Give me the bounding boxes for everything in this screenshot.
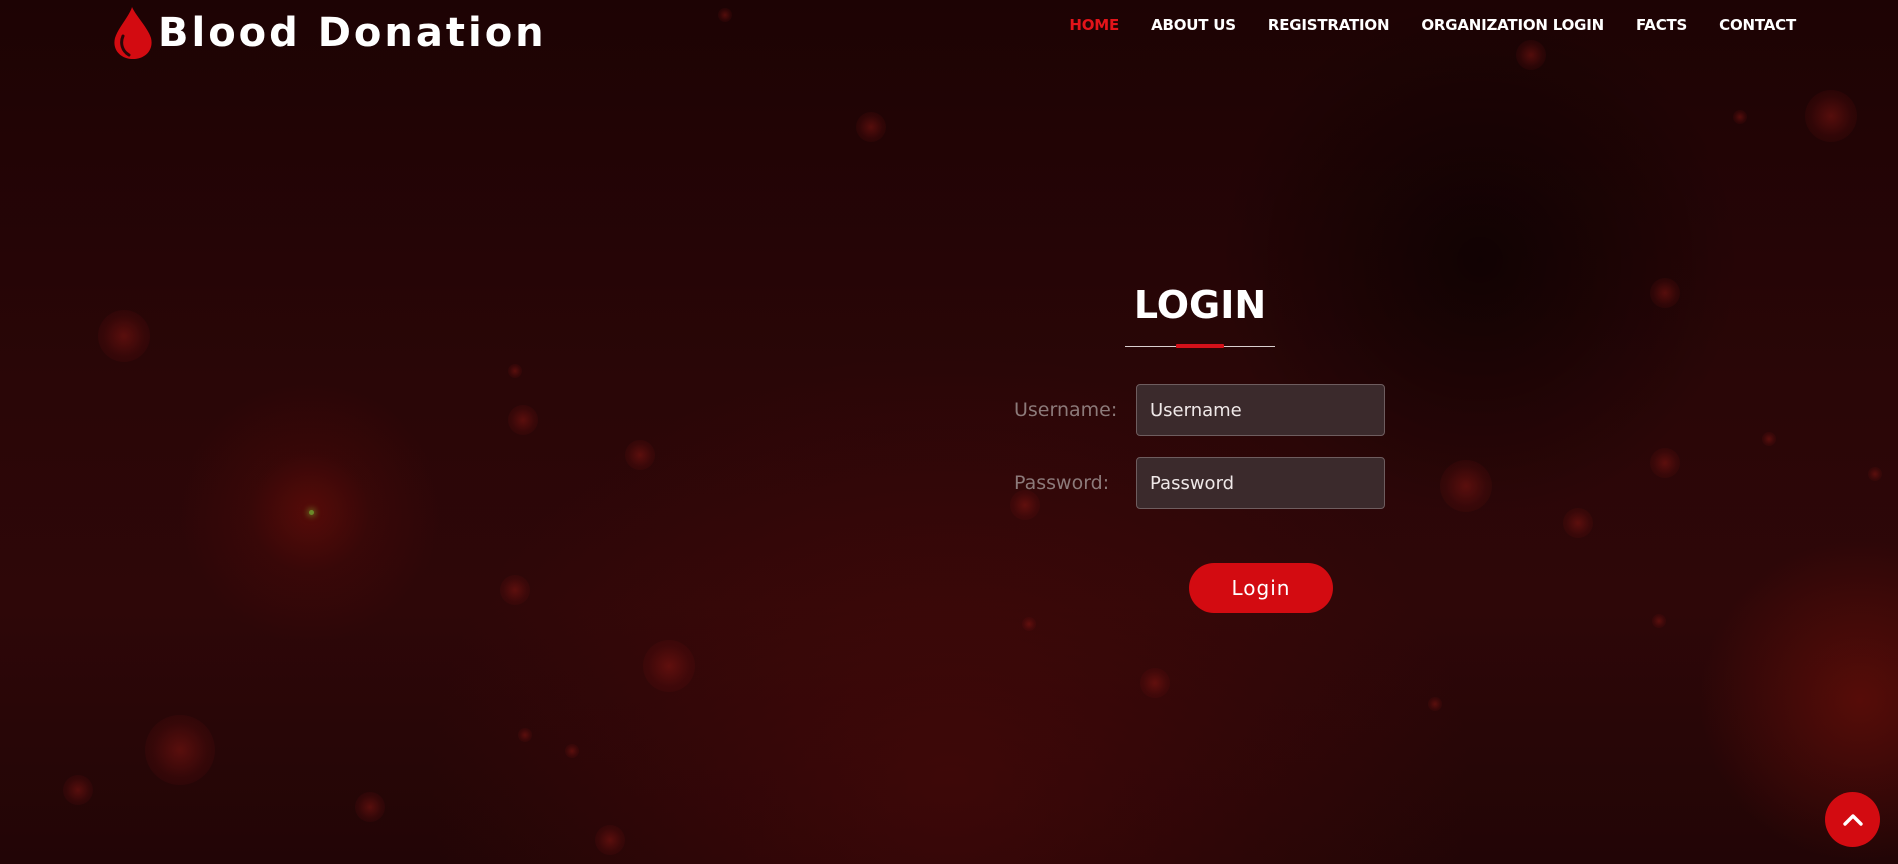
bokeh-light xyxy=(1428,697,1442,711)
nav-item-registration[interactable]: REGISTRATION xyxy=(1268,14,1390,36)
bokeh-light xyxy=(595,825,625,855)
nav-item-about-us[interactable]: ABOUT US xyxy=(1151,14,1236,36)
bokeh-light xyxy=(856,112,886,142)
bokeh-light xyxy=(1652,614,1666,628)
login-title: LOGIN xyxy=(1133,283,1267,327)
bokeh-light xyxy=(63,775,93,805)
bokeh-light xyxy=(565,744,579,758)
bokeh-light xyxy=(1440,460,1492,512)
bokeh-light xyxy=(508,405,538,435)
bokeh-light xyxy=(1733,110,1747,124)
bokeh-light xyxy=(355,792,385,822)
blood-drop-icon xyxy=(114,7,152,59)
bokeh-light xyxy=(1022,617,1036,631)
nav-item-organization-login[interactable]: ORGANIZATION LOGIN xyxy=(1421,14,1604,36)
nav-item-home[interactable]: HOME xyxy=(1069,14,1119,36)
bokeh-light xyxy=(1563,508,1593,538)
bokeh-light xyxy=(1650,278,1680,308)
username-label: Username: xyxy=(1014,399,1118,421)
username-input[interactable] xyxy=(1136,384,1385,436)
bokeh-light xyxy=(145,715,215,785)
nav-item-contact[interactable]: CONTACT xyxy=(1719,14,1796,36)
bokeh-light xyxy=(1762,432,1776,446)
site-header: Blood Donation HOME ABOUT US REGISTRATIO… xyxy=(0,0,1898,64)
bokeh-light xyxy=(625,440,655,470)
bokeh-green-light xyxy=(309,510,314,515)
bokeh-light xyxy=(508,364,522,378)
bokeh-light xyxy=(1868,467,1882,481)
site-logo[interactable]: Blood Donation xyxy=(110,6,547,60)
nav-item-facts[interactable]: FACTS xyxy=(1636,14,1687,36)
main-nav: HOME ABOUT US REGISTRATION ORGANIZATION … xyxy=(1069,14,1796,36)
scroll-to-top-button[interactable] xyxy=(1825,792,1880,847)
password-label: Password: xyxy=(1014,472,1110,494)
password-input[interactable] xyxy=(1136,457,1385,509)
bokeh-light xyxy=(643,640,695,692)
bokeh-light xyxy=(500,575,530,605)
bokeh-light xyxy=(98,310,150,362)
title-accent-bar xyxy=(1176,344,1224,348)
bokeh-light xyxy=(518,728,532,742)
background xyxy=(0,0,1898,864)
bokeh-light xyxy=(1650,448,1680,478)
bokeh-light xyxy=(1805,90,1857,142)
logo-text: Blood Donation xyxy=(158,10,547,56)
bokeh-light xyxy=(1140,668,1170,698)
login-button[interactable]: Login xyxy=(1189,563,1333,613)
chevron-up-icon xyxy=(1842,813,1863,826)
